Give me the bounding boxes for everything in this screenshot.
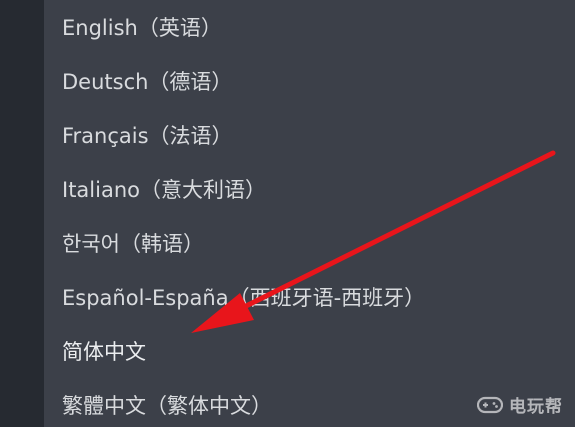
language-option-spanish-spain[interactable]: Español-España（西班牙语-西班牙） (62, 278, 425, 318)
language-dropdown-menu: English（英语） Deutsch（德语） Français（法语） Ita… (44, 0, 575, 427)
language-option-italian[interactable]: Italiano（意大利语） (62, 170, 266, 210)
language-option-german[interactable]: Deutsch（德语） (62, 62, 232, 102)
language-option-english[interactable]: English（英语） (62, 8, 222, 48)
watermark-text: 电玩帮 (509, 397, 563, 417)
language-option-traditional-chinese[interactable]: 繁體中文（繁体中文） (62, 386, 272, 426)
language-option-korean[interactable]: 한국어（韩语） (62, 224, 204, 264)
site-watermark: 电玩帮 (477, 392, 563, 417)
game-controller-icon (477, 396, 503, 413)
language-option-french[interactable]: Français（法语） (62, 116, 233, 156)
language-option-simplified-chinese[interactable]: 简体中文 (62, 332, 146, 372)
left-panel-edge (0, 0, 44, 427)
